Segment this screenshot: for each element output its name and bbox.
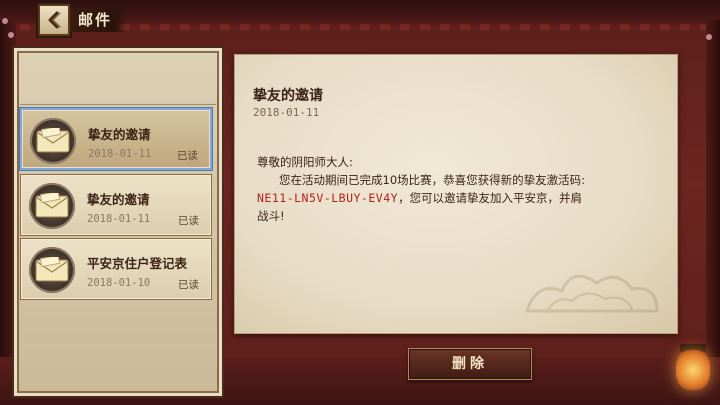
mail-list-item-selected[interactable]: 挚友的邀请 2018-01-11 已读 [20,108,212,170]
back-button[interactable] [38,4,70,36]
lantern-icon [676,350,710,390]
envelope-icon [29,247,75,293]
mail-item-status: 已读 [178,215,199,227]
mail-detail-date: 2018-01-11 [253,106,320,119]
right-pillar [706,20,720,405]
envelope-icon [29,183,75,229]
mail-item-title: 挚友的邀请 [87,192,150,207]
blossom-decoration [2,18,8,24]
envelope-icon [30,118,76,164]
mail-detail-paper: 挚友的邀请 2018-01-11 尊敬的阴阳师大人: 您在活动期间已完成10场比… [234,54,678,334]
mail-item-date: 2018-01-11 [88,148,152,160]
mail-detail-body: 尊敬的阴阳师大人: 您在活动期间已完成10场比赛，恭喜您获得新的挚友激活码: N… [257,153,657,225]
mail-line-3: 战斗! [257,209,285,223]
mail-list-item[interactable]: 平安京住户登记表 2018-01-10 已读 [20,238,212,300]
blossom-decoration [706,34,712,40]
mail-item-title: 平安京住户登记表 [87,256,188,271]
blossom-decoration [8,32,14,38]
mail-detail-title: 挚友的邀请 [253,88,323,104]
mail-item-status: 已读 [177,150,198,162]
mail-item-title: 挚友的邀请 [88,127,151,142]
mail-greeting: 尊敬的阴阳师大人: [257,155,353,169]
delete-button[interactable]: 删除 [408,348,532,380]
mail-item-date: 2018-01-11 [87,213,151,225]
mail-line-2: NE11-LN5V-LBUY-EV4Y，您可以邀请挚友加入平安京，并肩 [257,189,657,207]
page-title: 邮件 [70,8,127,32]
activation-code[interactable]: NE11-LN5V-LBUY-EV4Y [257,191,398,205]
mail-line-1: 您在活动期间已完成10场比赛，恭喜您获得新的挚友激活码: [279,173,586,187]
back-arrow-icon [48,11,61,29]
cloud-watermark-icon [524,274,659,313]
mail-line-2-text: ，您可以邀请挚友加入平安京，并肩 [398,191,583,205]
mail-list-header [20,54,216,105]
mail-item-date: 2018-01-10 [87,277,151,289]
mail-item-status: 已读 [178,279,199,291]
mail-list-item[interactable]: 挚友的邀请 2018-01-11 已读 [20,174,212,236]
